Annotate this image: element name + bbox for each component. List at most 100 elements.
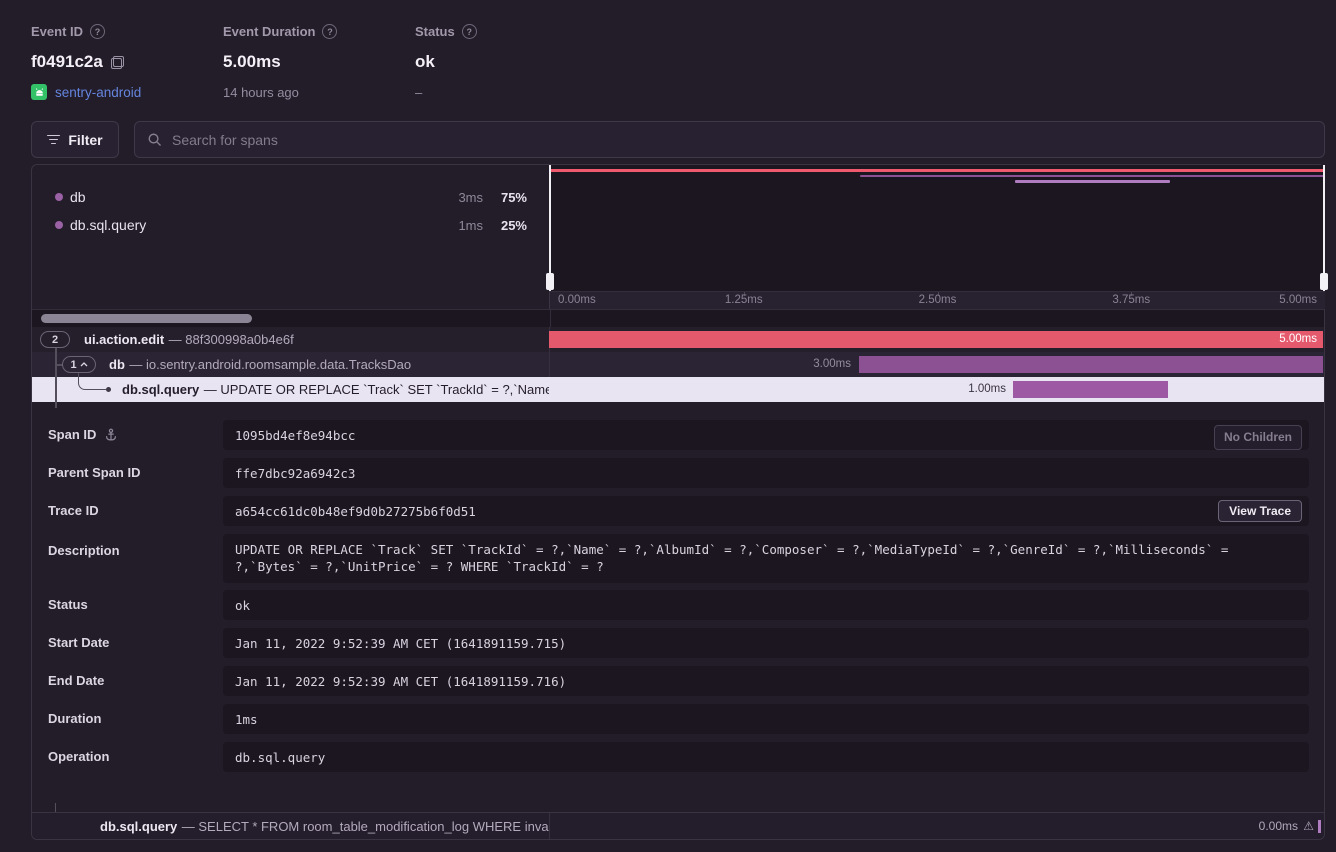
span-search-box [134, 121, 1325, 158]
search-input[interactable] [172, 132, 1312, 148]
field-value-operation: db.sql.query [223, 742, 1309, 772]
anchor-icon[interactable] [104, 428, 118, 442]
event-id-value: f0491c2a [31, 52, 103, 72]
span-row-db-sql-query-select[interactable]: db.sql.query — SELECT * FROM room_table_… [32, 812, 1324, 839]
op-duration: 1ms [423, 218, 483, 233]
op-duration: 3ms [423, 190, 483, 205]
filter-button[interactable]: Filter [31, 121, 119, 158]
span-duration: 0.00ms [1259, 813, 1298, 840]
ops-breakdown-row[interactable]: db 3ms 75% [32, 183, 549, 211]
event-time-ago: 14 hours ago [223, 85, 337, 100]
copy-icon[interactable] [111, 56, 124, 69]
field-value-description: UPDATE OR REPLACE `Track` SET `TrackId` … [223, 534, 1309, 583]
span-duration: 3.00ms [778, 352, 851, 377]
warning-icon: ⚠ [1303, 813, 1314, 840]
span-op: ui.action.edit [84, 332, 164, 347]
tree-connector-dot [106, 387, 111, 392]
panel-divider [549, 813, 550, 839]
op-color-dot [55, 221, 63, 229]
span-detail-page: Event ID ? f0491c2a sentry-android Event… [0, 0, 1336, 852]
project-link[interactable]: sentry-android [55, 85, 141, 100]
minimap-right-handle[interactable] [1323, 165, 1325, 291]
field-value-parent-span-id: ffe7dbc92a6942c3 [223, 458, 1309, 488]
field-value-start-date: Jan 11, 2022 9:52:39 AM CET (1641891159.… [223, 628, 1309, 658]
filter-button-label: Filter [68, 132, 102, 148]
help-icon[interactable]: ? [462, 24, 477, 39]
op-percentage: 75% [489, 190, 527, 205]
help-icon[interactable]: ? [322, 24, 337, 39]
tree-horizontal-scrollbar-thumb[interactable] [41, 314, 252, 323]
span-duration: 5.00ms [1279, 331, 1317, 348]
field-label-span-id: Span ID [48, 427, 118, 442]
span-tree-panel: 2 ui.action.edit — 88f300998a0b4e6f 5.00… [31, 327, 1325, 840]
ops-breakdown: db 3ms 75% db.sql.query 1ms 25% [32, 165, 550, 309]
status-value: ok [415, 52, 435, 72]
span-op: db [109, 357, 125, 372]
field-value-span-id: 1095bd4ef8e94bcc No Children [223, 420, 1309, 450]
axis-tick-label: 5.00ms [1279, 294, 1317, 306]
field-label-status: Status [48, 597, 88, 612]
event-id-label: Event ID ? [31, 24, 141, 39]
android-platform-icon [31, 84, 47, 100]
span-bar-tick [1318, 820, 1321, 833]
op-color-dot [55, 193, 63, 201]
minimap-span-line-db-sql-query [1015, 180, 1170, 183]
tree-horizontal-scrollbar-track[interactable] [32, 309, 1324, 327]
span-bar[interactable]: 5.00ms [549, 331, 1323, 348]
op-name: db.sql.query [70, 217, 146, 233]
status-label: Status ? [415, 24, 477, 39]
field-value-duration: 1ms [223, 704, 1309, 734]
children-toggle-badge[interactable]: 2 [40, 331, 70, 348]
event-duration-label-text: Event Duration [223, 24, 315, 39]
field-value-trace-id: a654cc61dc0b48ef9d0b27275b6f0d51 View Tr… [223, 496, 1309, 526]
trace-minimap[interactable] [550, 165, 1325, 291]
axis-tick-label: 2.50ms [919, 294, 957, 306]
status-http-code: – [415, 85, 477, 100]
event-duration-value: 5.00ms [223, 52, 281, 72]
tree-connector-elbow [78, 373, 106, 390]
span-duration: 1.00ms [933, 377, 1006, 402]
chevron-up-icon [80, 362, 88, 367]
search-icon [147, 132, 162, 147]
tree-connector-line [55, 348, 57, 408]
ops-breakdown-row[interactable]: db.sql.query 1ms 25% [32, 211, 549, 239]
span-description: io.sentry.android.roomsample.data.Tracks… [146, 357, 411, 372]
help-icon[interactable]: ? [90, 24, 105, 39]
field-label-parent-span-id: Parent Span ID [48, 465, 140, 480]
children-toggle-badge[interactable]: 1 [62, 356, 96, 373]
span-op: db.sql.query [122, 382, 199, 397]
no-children-badge: No Children [1214, 425, 1302, 450]
status-label-text: Status [415, 24, 455, 39]
timeline-panel: db 3ms 75% db.sql.query 1ms 25% 0.00ms 1 [31, 164, 1325, 327]
event-duration-label: Event Duration ? [223, 24, 337, 39]
span-op: db.sql.query [100, 819, 177, 834]
span-description: UPDATE OR REPLACE `Track` SET `TrackId` … [220, 382, 549, 397]
field-label-end-date: End Date [48, 673, 104, 688]
event-id-block: Event ID ? f0491c2a sentry-android [31, 24, 141, 100]
span-description: 88f300998a0b4e6f [185, 332, 293, 347]
span-row-db-sql-query-selected[interactable]: db.sql.query — UPDATE OR REPLACE `Track`… [32, 377, 1324, 402]
span-bar[interactable] [859, 356, 1323, 373]
axis-tick-label: 0.00ms [558, 294, 596, 306]
view-trace-button[interactable]: View Trace [1218, 500, 1302, 522]
field-label-start-date: Start Date [48, 635, 109, 650]
span-row-db[interactable]: db — io.sentry.android.roomsample.data.T… [32, 352, 1324, 377]
event-id-label-text: Event ID [31, 24, 83, 39]
time-axis: 0.00ms 1.25ms 2.50ms 3.75ms 5.00ms [550, 291, 1325, 309]
filter-icon [47, 135, 60, 145]
field-value-status: ok [223, 590, 1309, 620]
span-bar[interactable] [1013, 381, 1168, 398]
field-label-duration: Duration [48, 711, 101, 726]
axis-tick-label: 3.75ms [1112, 294, 1150, 306]
op-percentage: 25% [489, 218, 527, 233]
field-label-trace-id: Trace ID [48, 503, 99, 518]
panel-divider [549, 352, 550, 377]
span-row-ui-action-edit[interactable]: 2 ui.action.edit — 88f300998a0b4e6f 5.00… [32, 327, 1324, 352]
axis-tick-label: 1.25ms [725, 294, 763, 306]
field-label-description: Description [48, 543, 120, 558]
status-block: Status ? ok – [415, 24, 477, 100]
field-value-end-date: Jan 11, 2022 9:52:39 AM CET (1641891159.… [223, 666, 1309, 696]
minimap-left-handle[interactable] [549, 165, 551, 291]
field-label-operation: Operation [48, 749, 109, 764]
panel-divider [550, 310, 551, 328]
